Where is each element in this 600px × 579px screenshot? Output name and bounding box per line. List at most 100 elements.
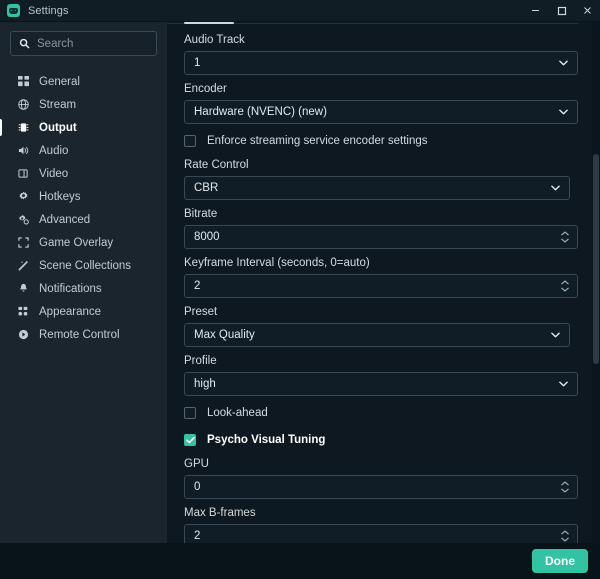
sidebar-item-video[interactable]: Video (0, 162, 167, 185)
profile-select[interactable]: high (184, 372, 578, 396)
output-settings-form: Audio Track 1 Encoder Hardware (NVENC) (… (167, 25, 600, 543)
content-scrollbar-thumb[interactable] (593, 154, 599, 364)
layout-icon (16, 305, 30, 319)
profile-label: Profile (184, 355, 217, 367)
enforce-encoder-settings-checkbox[interactable] (184, 135, 196, 147)
sidebar-item-label: Appearance (39, 305, 102, 318)
sidebar-item-remote-control[interactable]: Remote Control (0, 323, 167, 346)
profile-value: high (194, 378, 216, 390)
title-bar: Settings (0, 0, 600, 22)
sidebar-item-label: Scene Collections (39, 259, 132, 272)
preset-value: Max Quality (194, 329, 255, 341)
chevron-down-icon (551, 185, 560, 192)
look-ahead-label: Look-ahead (207, 407, 268, 419)
stepper-icon[interactable] (561, 530, 569, 542)
sidebar-item-notifications[interactable]: Notifications (0, 277, 167, 300)
encoder-select[interactable]: Hardware (NVENC) (new) (184, 100, 578, 124)
sidebar-item-label: Hotkeys (39, 190, 81, 203)
speaker-icon (16, 144, 30, 158)
sidebar-item-audio[interactable]: Audio (0, 139, 167, 162)
search-box[interactable] (10, 31, 157, 56)
rate-control-select[interactable]: CBR (184, 176, 570, 200)
expand-icon (16, 236, 30, 250)
wand-icon (16, 259, 30, 273)
sidebar-item-label: General (39, 75, 80, 88)
sidebar-item-label: Audio (39, 144, 69, 157)
sidebar-item-label: Advanced (39, 213, 91, 226)
max-b-frames-label: Max B-frames (184, 507, 256, 519)
look-ahead-row[interactable]: Look-ahead (184, 403, 600, 423)
rate-control-value: CBR (194, 182, 219, 194)
tab-active-indicator (184, 22, 234, 24)
keyframe-interval-label: Keyframe Interval (seconds, 0=auto) (184, 257, 370, 269)
psycho-visual-tuning-label: Psycho Visual Tuning (207, 434, 326, 446)
sidebar-item-stream[interactable]: Stream (0, 93, 167, 116)
sidebar-item-label: Remote Control (39, 328, 120, 341)
psycho-visual-tuning-row[interactable]: Psycho Visual Tuning (184, 430, 600, 450)
audio-track-label: Audio Track (184, 34, 245, 46)
keyframe-interval-value: 2 (194, 280, 201, 292)
sidebar-item-general[interactable]: General (0, 70, 167, 93)
sidebar: General Stream Output (0, 22, 167, 543)
rate-control-label: Rate Control (184, 159, 249, 171)
audio-track-select[interactable]: 1 (184, 51, 578, 75)
sidebar-nav: General Stream Output Audio Video Hotkey… (0, 68, 167, 346)
search-input[interactable] (37, 37, 148, 50)
enforce-encoder-settings-label: Enforce streaming service encoder settin… (207, 135, 428, 147)
chevron-down-icon (559, 60, 568, 67)
bell-icon (16, 282, 30, 296)
stepper-icon[interactable] (561, 280, 569, 292)
monitor-icon (16, 167, 30, 181)
bitrate-input[interactable]: 8000 (184, 225, 578, 249)
audio-track-value: 1 (194, 57, 201, 69)
gpu-label: GPU (184, 458, 209, 470)
minimize-button[interactable] (522, 0, 548, 22)
globe-icon (16, 98, 30, 112)
sidebar-item-scene-collections[interactable]: Scene Collections (0, 254, 167, 277)
gear-icon (16, 190, 30, 204)
sidebar-item-label: Notifications (39, 282, 102, 295)
close-button[interactable] (574, 0, 600, 22)
footer-bar: Done (0, 543, 600, 579)
enforce-encoder-settings-row[interactable]: Enforce streaming service encoder settin… (184, 131, 600, 151)
stepper-icon[interactable] (561, 231, 569, 243)
chevron-down-icon (559, 109, 568, 116)
sidebar-item-label: Stream (39, 98, 77, 111)
keyframe-interval-input[interactable]: 2 (184, 274, 578, 298)
max-b-frames-input[interactable]: 2 (184, 524, 578, 543)
bitrate-label: Bitrate (184, 208, 218, 220)
search-icon (19, 38, 30, 49)
sidebar-item-appearance[interactable]: Appearance (0, 300, 167, 323)
encoder-value: Hardware (NVENC) (new) (194, 106, 327, 118)
sidebar-item-game-overlay[interactable]: Game Overlay (0, 231, 167, 254)
streamlabs-icon (7, 4, 20, 17)
sidebar-item-label: Video (39, 167, 69, 180)
maximize-button[interactable] (548, 0, 574, 22)
sidebar-item-label: Game Overlay (39, 236, 114, 249)
done-button[interactable]: Done (532, 549, 588, 573)
window-controls (522, 0, 600, 22)
preset-label: Preset (184, 306, 218, 318)
sidebar-item-label: Output (39, 121, 77, 134)
settings-content-panel: Audio Track 1 Encoder Hardware (NVENC) (… (167, 22, 600, 543)
settings-window: Settings Search General Stream Output Au… (0, 0, 600, 579)
chip-icon (16, 121, 30, 135)
psycho-visual-tuning-checkbox[interactable] (184, 434, 196, 446)
content-scrollbar-track[interactable] (592, 22, 600, 543)
look-ahead-checkbox[interactable] (184, 407, 196, 419)
chevron-down-icon (559, 381, 568, 388)
stepper-icon[interactable] (561, 481, 569, 493)
grid-icon (16, 75, 30, 89)
gears-icon (16, 213, 30, 227)
chevron-down-icon (551, 332, 560, 339)
encoder-label: Encoder (184, 83, 227, 95)
bitrate-value: 8000 (194, 231, 220, 243)
max-b-frames-value: 2 (194, 530, 201, 542)
preset-select[interactable]: Max Quality (184, 323, 570, 347)
gpu-input[interactable]: 0 (184, 475, 578, 499)
play-circle-icon (16, 328, 30, 342)
sidebar-item-advanced[interactable]: Advanced (0, 208, 167, 231)
sidebar-item-hotkeys[interactable]: Hotkeys (0, 185, 167, 208)
window-title: Settings (28, 4, 69, 17)
sidebar-item-output[interactable]: Output (0, 116, 167, 139)
